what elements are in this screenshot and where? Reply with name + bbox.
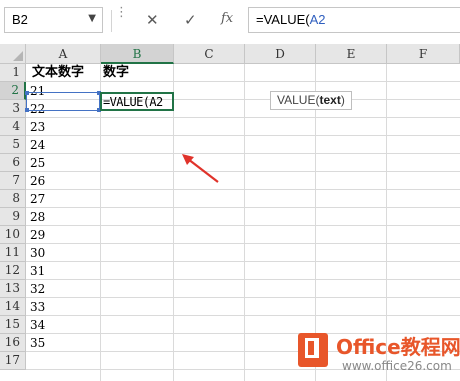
ref-handle[interactable] xyxy=(25,91,29,95)
select-all-button[interactable] xyxy=(0,44,26,64)
active-cell-border xyxy=(100,92,174,111)
chevron-down-icon[interactable]: ▼ xyxy=(88,13,96,24)
office26-logo: Office教程网 www.office26.com xyxy=(298,333,460,381)
cell-a15[interactable]: 34 xyxy=(26,316,101,334)
column-header-c[interactable]: C xyxy=(174,44,245,64)
cell-a13[interactable]: 32 xyxy=(26,280,101,298)
office-logo-glyph xyxy=(305,338,319,358)
gridline xyxy=(173,64,174,381)
formula-bar: B2 ▼ ⋮ ✕ ✓ fx =VALUE(A2 xyxy=(0,0,460,44)
gridline xyxy=(244,64,245,381)
arrow-shaft xyxy=(187,158,219,183)
cell-a5[interactable]: 24 xyxy=(26,136,101,154)
cell-a10[interactable]: 29 xyxy=(26,226,101,244)
logo-url: www.office26.com xyxy=(342,359,452,373)
row-header-14[interactable]: 14 xyxy=(0,298,26,316)
row-header-8[interactable]: 8 xyxy=(0,190,26,208)
enter-icon[interactable]: ✓ xyxy=(184,11,197,29)
column-header-a[interactable]: A xyxy=(26,44,101,64)
cell-a12[interactable]: 31 xyxy=(26,262,101,280)
name-box-value: B2 xyxy=(12,12,28,27)
tooltip-function[interactable]: VALUE( xyxy=(277,93,319,107)
cell-a9[interactable]: 28 xyxy=(26,208,101,226)
cell-b1[interactable]: 数字 xyxy=(101,64,174,82)
cell-a4[interactable]: 23 xyxy=(26,118,101,136)
row-header-12[interactable]: 12 xyxy=(0,262,26,280)
formula-text: =VALUE(A2 xyxy=(256,12,326,27)
column-header-e[interactable]: E xyxy=(316,44,387,64)
logo-title: Office教程网 xyxy=(336,335,460,359)
drag-handle-icon[interactable]: ⋮ xyxy=(115,6,128,19)
cell-a6[interactable]: 25 xyxy=(26,154,101,172)
formula-input[interactable]: =VALUE(A2 xyxy=(248,7,460,33)
formula-prefix: =VALUE( xyxy=(256,12,310,27)
row-header-9[interactable]: 9 xyxy=(0,208,26,226)
row-header-15[interactable]: 15 xyxy=(0,316,26,334)
row-header-6[interactable]: 6 xyxy=(0,154,26,172)
cell-a7[interactable]: 26 xyxy=(26,172,101,190)
cell-a16[interactable]: 35 xyxy=(26,334,101,352)
ref-handle[interactable] xyxy=(25,108,29,112)
select-all-icon xyxy=(13,51,23,61)
column-header-b[interactable]: B xyxy=(101,44,174,64)
referenced-cell-highlight xyxy=(25,91,101,112)
cell-a11[interactable]: 30 xyxy=(26,244,101,262)
cancel-icon[interactable]: ✕ xyxy=(146,11,159,29)
row-header-5[interactable]: 5 xyxy=(0,136,26,154)
column-header-f[interactable]: F xyxy=(387,44,460,64)
row-header-16[interactable]: 16 xyxy=(0,334,26,352)
row-header-10[interactable]: 10 xyxy=(0,226,26,244)
row-header-11[interactable]: 11 xyxy=(0,244,26,262)
name-box[interactable]: B2 ▼ xyxy=(4,7,103,33)
cell-a8[interactable]: 27 xyxy=(26,190,101,208)
tooltip-argument[interactable]: text xyxy=(319,93,340,107)
cell-a1[interactable]: 文本数字 xyxy=(26,64,101,82)
formula-reference: A2 xyxy=(309,12,326,27)
insert-function-icon[interactable]: fx xyxy=(221,11,233,26)
row-header-2[interactable]: 2 xyxy=(0,82,26,100)
row-header-7[interactable]: 7 xyxy=(0,172,26,190)
row-header-13[interactable]: 13 xyxy=(0,280,26,298)
row-header-17[interactable]: 17 xyxy=(0,352,26,370)
row-header-3[interactable]: 3 xyxy=(0,100,26,118)
cell-a14[interactable]: 33 xyxy=(26,298,101,316)
tooltip-close-paren: ) xyxy=(340,93,345,107)
row-header-4[interactable]: 4 xyxy=(0,118,26,136)
function-tooltip: VALUE(text) xyxy=(270,91,352,110)
row-header-1[interactable]: 1 xyxy=(0,64,26,82)
divider xyxy=(111,10,112,32)
column-header-d[interactable]: D xyxy=(245,44,316,64)
red-arrow-annotation xyxy=(182,154,219,183)
office-logo-icon xyxy=(298,333,328,367)
